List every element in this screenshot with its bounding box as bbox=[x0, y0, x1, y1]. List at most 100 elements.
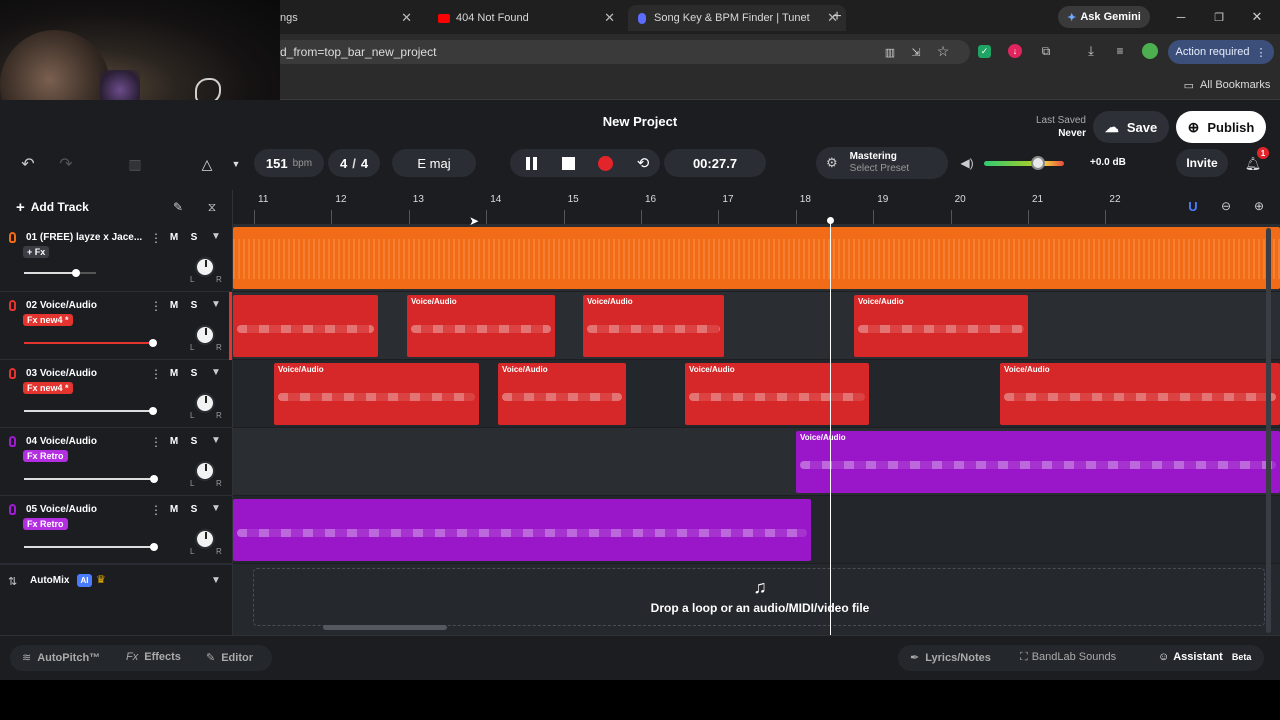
track-header[interactable]: 02 Voice/Audio ⋮ M S ▼ Fx new4 * L R bbox=[0, 292, 233, 360]
solo-button[interactable]: S bbox=[186, 231, 202, 245]
assistant-button[interactable]: ☺ Assistant Beta bbox=[1158, 651, 1251, 663]
track-menu-icon[interactable]: ⋮ bbox=[150, 299, 162, 313]
close-icon[interactable]: ✕ bbox=[401, 10, 412, 26]
track-lanes[interactable]: Voice/Audio Voice/Audio Voice/Audio Voice/A… bbox=[233, 224, 1280, 564]
playhead-handle[interactable] bbox=[827, 217, 834, 224]
mute-button[interactable]: M bbox=[166, 299, 182, 313]
split-tool-icon[interactable]: ⧖ bbox=[202, 198, 222, 216]
chevron-down-icon[interactable]: ▼ bbox=[211, 503, 221, 514]
publish-button[interactable]: ⊕ Publish bbox=[1176, 111, 1266, 143]
master-volume-knob[interactable] bbox=[1031, 156, 1046, 170]
microphone-icon[interactable] bbox=[9, 300, 16, 311]
microphone-icon[interactable] bbox=[9, 368, 16, 379]
mute-button[interactable]: M bbox=[166, 231, 182, 245]
speaker-icon[interactable]: ◀) bbox=[958, 155, 976, 171]
pan-knob[interactable] bbox=[195, 461, 215, 481]
horizontal-scrollbar[interactable] bbox=[323, 625, 447, 630]
reader-mode-icon[interactable]: ▥ bbox=[882, 44, 898, 60]
track-menu-icon[interactable]: ⋮ bbox=[150, 503, 162, 517]
record-icon[interactable] bbox=[598, 156, 613, 171]
audio-clip[interactable]: Voice/Audio bbox=[1000, 363, 1280, 425]
pause-icon[interactable] bbox=[522, 156, 540, 170]
key-selector[interactable]: E maj bbox=[392, 149, 476, 177]
track-header[interactable]: 01 (FREE) layze x Jace... ⋮ M S ▼ + Fx L R bbox=[0, 224, 233, 292]
browser-tab-1[interactable]: ngs ✕ bbox=[270, 5, 420, 31]
vertical-scrollbar[interactable] bbox=[1266, 228, 1271, 633]
track-name[interactable]: 01 (FREE) layze x Jace... bbox=[26, 232, 142, 243]
pan-knob[interactable] bbox=[195, 393, 215, 413]
install-app-icon[interactable]: ⇲ bbox=[908, 44, 924, 60]
audio-clip[interactable]: Voice/Audio bbox=[407, 295, 555, 357]
track-volume-slider[interactable] bbox=[24, 543, 158, 551]
track-lane[interactable]: Voice/Audio Voice/Audio Voice/Audio bbox=[233, 292, 1280, 360]
profile-avatar[interactable] bbox=[1142, 43, 1158, 59]
track-lane[interactable] bbox=[233, 496, 1280, 564]
playhead[interactable] bbox=[827, 217, 834, 635]
audio-clip[interactable]: Voice/Audio bbox=[685, 363, 869, 425]
extension-download-icon[interactable]: ↓ bbox=[1008, 44, 1022, 58]
mastering-selector[interactable]: ⚙ Mastering Select Preset bbox=[816, 147, 948, 179]
loop-icon[interactable]: ⟲ bbox=[634, 153, 652, 173]
track-lane[interactable]: Voice/Audio Voice/Audio Voice/Audio Voice/A… bbox=[233, 360, 1280, 428]
track-volume-slider[interactable] bbox=[24, 475, 158, 483]
chevron-down-icon[interactable]: ▼ bbox=[211, 299, 221, 310]
bookmark-star-icon[interactable]: ☆ bbox=[935, 43, 951, 59]
track-header[interactable]: 04 Voice/Audio ⋮ M S ▼ Fx Retro L R bbox=[0, 428, 233, 496]
chevron-down-icon[interactable]: ▼ bbox=[228, 156, 244, 172]
chevron-down-icon[interactable]: ▼ bbox=[211, 367, 221, 378]
track-name[interactable]: 04 Voice/Audio bbox=[26, 436, 97, 447]
chevron-down-icon[interactable]: ▼ bbox=[211, 435, 221, 446]
lyrics-notes-button[interactable]: ✒ Lyrics/Notes bbox=[910, 651, 991, 664]
fx-chain-tag[interactable]: Fx Retro bbox=[23, 518, 68, 530]
chevron-down-icon[interactable]: ▼ bbox=[211, 575, 221, 586]
pan-knob[interactable] bbox=[195, 257, 215, 277]
track-name[interactable]: 05 Voice/Audio bbox=[26, 504, 97, 515]
audio-clip[interactable] bbox=[233, 499, 811, 561]
track-header[interactable]: 03 Voice/Audio ⋮ M S ▼ Fx new4 * L R bbox=[0, 360, 233, 428]
pencil-tool-icon[interactable]: ✎ bbox=[168, 198, 188, 216]
track-volume-slider[interactable] bbox=[24, 407, 157, 415]
effects-button[interactable]: Fx Effects bbox=[126, 651, 181, 663]
solo-button[interactable]: S bbox=[186, 299, 202, 313]
stop-icon[interactable] bbox=[562, 157, 575, 170]
undo-icon[interactable]: ↶ bbox=[18, 154, 38, 174]
all-bookmarks-button[interactable]: ▭ All Bookmarks bbox=[1180, 77, 1274, 93]
tempo-field[interactable]: 151 bpm bbox=[254, 149, 324, 177]
track-menu-icon[interactable]: ⋮ bbox=[150, 367, 162, 381]
audio-clip[interactable]: Voice/Audio bbox=[274, 363, 479, 425]
master-volume-slider[interactable] bbox=[984, 156, 1064, 170]
track-lane[interactable]: Voice/Audio bbox=[233, 428, 1280, 496]
track-name[interactable]: 02 Voice/Audio bbox=[26, 300, 97, 311]
track-menu-icon[interactable]: ⋮ bbox=[150, 435, 162, 449]
new-tab-icon[interactable]: + bbox=[828, 8, 846, 26]
action-required-button[interactable]: Action required ⋮ bbox=[1168, 40, 1274, 64]
track-header[interactable]: 05 Voice/Audio ⋮ M S ▼ Fx Retro L R bbox=[0, 496, 233, 564]
zoom-out-icon[interactable]: ⊖ bbox=[1218, 198, 1234, 214]
zoom-in-icon[interactable]: ⊕ bbox=[1251, 198, 1267, 214]
bandlab-sounds-button[interactable]: ⛶ BandLab Sounds bbox=[1020, 651, 1116, 664]
fx-chain-tag[interactable]: + Fx bbox=[23, 246, 50, 258]
pan-knob[interactable] bbox=[195, 529, 215, 549]
pan-knob[interactable] bbox=[195, 325, 215, 345]
timeline-ruler[interactable]: 11 12 13 14 15 16 17 18 19 20 21 22 bbox=[233, 190, 1280, 224]
browser-tab-3[interactable]: Song Key & BPM Finder | Tunet ✕ bbox=[628, 5, 846, 31]
automix-row[interactable]: ⇅ AutoMix AI ♛ ▼ bbox=[0, 564, 233, 598]
fx-chain-tag[interactable]: Fx new4 * bbox=[23, 314, 73, 326]
minimize-icon[interactable]: ─ bbox=[1172, 8, 1190, 26]
audio-clip[interactable] bbox=[233, 295, 378, 357]
redo-icon[interactable]: ↷ bbox=[56, 154, 76, 174]
solo-button[interactable]: S bbox=[186, 367, 202, 381]
drop-zone[interactable]: ♫ Drop a loop or an audio/MIDI/video fil… bbox=[253, 568, 1265, 626]
mute-button[interactable]: M bbox=[166, 435, 182, 449]
time-signature-field[interactable]: 4 / 4 bbox=[328, 149, 380, 177]
autopitch-button[interactable]: ≋ AutoPitch™ bbox=[22, 651, 100, 664]
track-lane[interactable] bbox=[233, 224, 1280, 292]
audio-clip[interactable]: Voice/Audio bbox=[854, 295, 1028, 357]
audio-clip[interactable] bbox=[233, 227, 1280, 289]
solo-button[interactable]: S bbox=[186, 435, 202, 449]
fx-chain-tag[interactable]: Fx Retro bbox=[23, 450, 68, 462]
chevron-down-icon[interactable]: ▼ bbox=[211, 231, 221, 242]
extension-green-icon[interactable]: ✓ bbox=[978, 45, 991, 58]
ask-gemini-button[interactable]: ✦ Ask Gemini bbox=[1058, 6, 1150, 28]
track-volume-slider[interactable] bbox=[24, 339, 157, 347]
